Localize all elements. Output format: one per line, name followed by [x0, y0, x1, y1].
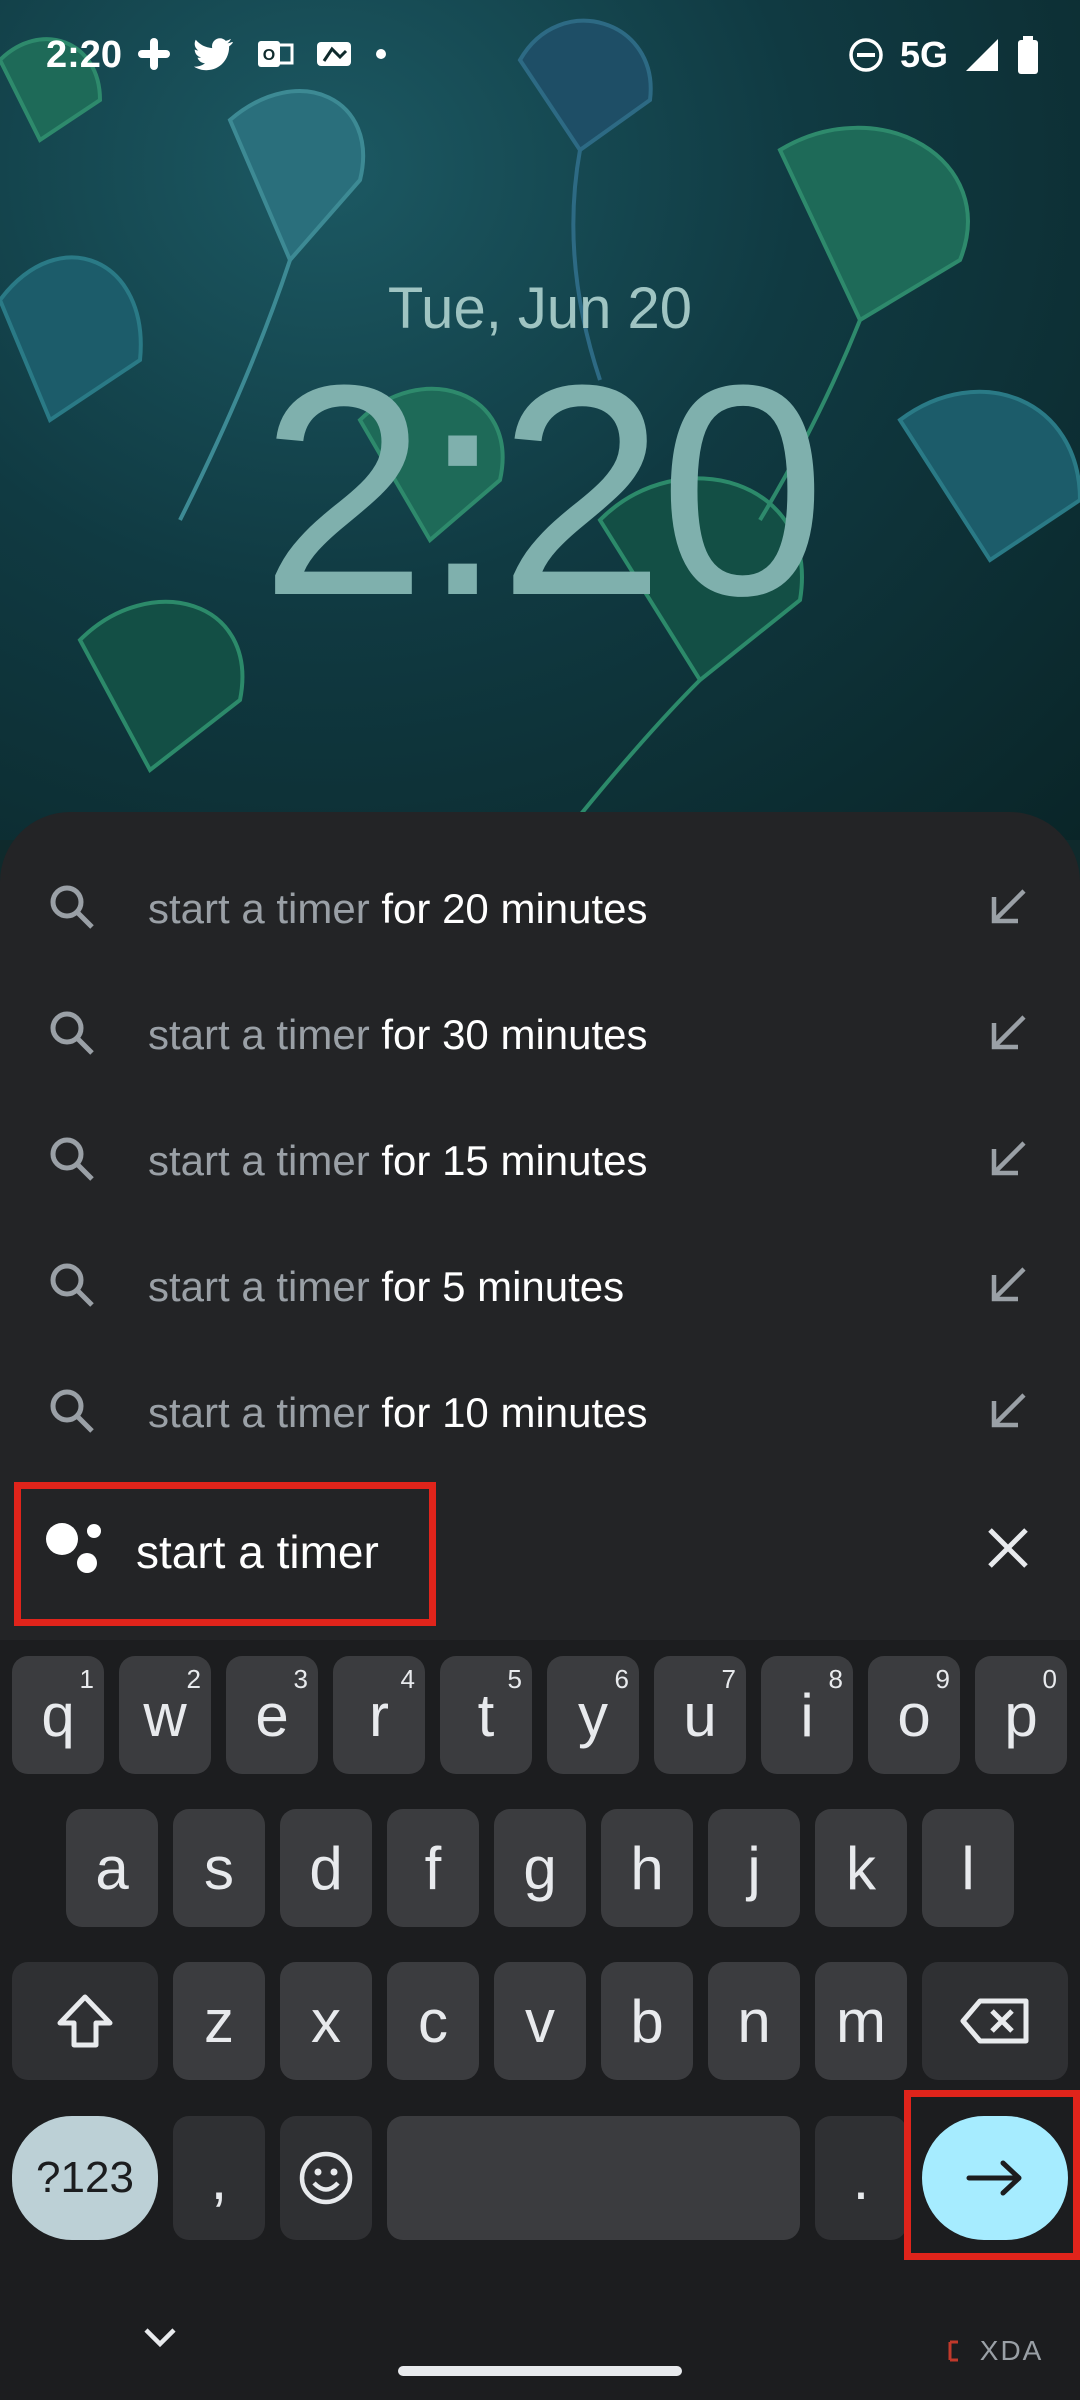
status-time: 2:20 [46, 34, 123, 76]
hide-keyboard-chevron-icon[interactable] [140, 2322, 180, 2352]
key-p[interactable]: p0 [975, 1656, 1067, 1774]
symbols-key[interactable]: ?123 [12, 2116, 158, 2240]
slack-icon [138, 38, 170, 70]
key-m[interactable]: m [815, 1962, 907, 2080]
key-t[interactable]: t5 [440, 1656, 532, 1774]
key-y[interactable]: y6 [547, 1656, 639, 1774]
clear-icon[interactable] [980, 1520, 1036, 1576]
dot-icon [376, 49, 386, 59]
shift-icon [57, 1994, 113, 2048]
key-h[interactable]: h [601, 1809, 693, 1927]
suggestion-text: start a timer for 20 minutes [148, 885, 648, 932]
suggestion-item[interactable]: start a timer for 15 minutes [0, 1096, 1080, 1222]
search-icon [50, 1263, 94, 1307]
suggestion-item[interactable]: start a timer for 5 minutes [0, 1222, 1080, 1348]
battery-icon [1018, 36, 1038, 74]
fill-query-arrow-icon[interactable] [982, 1259, 1034, 1311]
suggestion-text: start a timer for 5 minutes [148, 1263, 625, 1310]
key-q[interactable]: q1 [12, 1656, 104, 1774]
backspace-icon [960, 1998, 1029, 2044]
watermark: XDA [948, 2335, 1043, 2367]
key-b[interactable]: b [601, 1962, 693, 2080]
notification-icons: O [136, 36, 388, 72]
lock-screen-clock: 2:20 [260, 322, 826, 658]
suggestion-text: start a timer for 15 minutes [148, 1137, 648, 1184]
key-c[interactable]: c [387, 1962, 479, 2080]
key-w[interactable]: w2 [119, 1656, 211, 1774]
mlb-icon [317, 42, 351, 66]
network-type: 5G [899, 34, 948, 75]
fill-query-arrow-icon[interactable] [982, 1385, 1034, 1437]
xda-logo-icon [948, 2340, 958, 2362]
key-i[interactable]: i8 [761, 1656, 853, 1774]
key-l[interactable]: l [922, 1809, 1014, 1927]
key-r[interactable]: r4 [333, 1656, 425, 1774]
fill-query-arrow-icon[interactable] [982, 1007, 1034, 1059]
space-key[interactable] [387, 2116, 800, 2240]
key-x[interactable]: x [280, 1962, 372, 2080]
system-icons: 5G [848, 34, 1040, 76]
do-not-disturb-icon [849, 38, 883, 72]
key-u[interactable]: u7 [654, 1656, 746, 1774]
key-d[interactable]: d [280, 1809, 372, 1927]
key-v[interactable]: v [494, 1962, 586, 2080]
emoji-key[interactable] [280, 2116, 372, 2240]
key-z[interactable]: z [173, 1962, 265, 2080]
gesture-nav-handle[interactable] [398, 2366, 682, 2376]
search-icon [50, 885, 94, 929]
suggestion-text: start a timer for 10 minutes [148, 1389, 648, 1436]
key-j[interactable]: j [708, 1809, 800, 1927]
search-icon [50, 1137, 94, 1181]
key-e[interactable]: e3 [226, 1656, 318, 1774]
key-o[interactable]: o9 [868, 1656, 960, 1774]
key-n[interactable]: n [708, 1962, 800, 2080]
search-icon [50, 1011, 94, 1055]
comma-key[interactable]: , [173, 2116, 265, 2240]
signal-icon [966, 39, 998, 71]
fill-query-arrow-icon[interactable] [982, 1133, 1034, 1185]
key-f[interactable]: f [387, 1809, 479, 1927]
key-g[interactable]: g [494, 1809, 586, 1927]
key-k[interactable]: k [815, 1809, 907, 1927]
suggestion-text: start a timer for 30 minutes [148, 1011, 648, 1058]
key-a[interactable]: a [66, 1809, 158, 1927]
period-key[interactable]: . [815, 2116, 907, 2240]
key-s[interactable]: s [173, 1809, 265, 1927]
suggestion-item[interactable]: start a timer for 30 minutes [0, 970, 1080, 1096]
search-icon [50, 1389, 94, 1433]
highlight-box-enter-key [904, 2090, 1080, 2260]
status-bar: 2:20 O 5G [0, 0, 1080, 120]
outlook-icon: O [258, 41, 294, 67]
twitter-icon [194, 38, 233, 71]
svg-text:O: O [263, 47, 275, 64]
backspace-key[interactable] [922, 1962, 1068, 2080]
suggestion-item[interactable]: start a timer for 20 minutes [0, 844, 1080, 970]
shift-key[interactable] [12, 1962, 158, 2080]
suggestion-item[interactable]: start a timer for 10 minutes [0, 1348, 1080, 1474]
highlight-box-search-query [14, 1482, 436, 1626]
emoji-icon [299, 2151, 353, 2205]
fill-query-arrow-icon[interactable] [982, 881, 1034, 933]
